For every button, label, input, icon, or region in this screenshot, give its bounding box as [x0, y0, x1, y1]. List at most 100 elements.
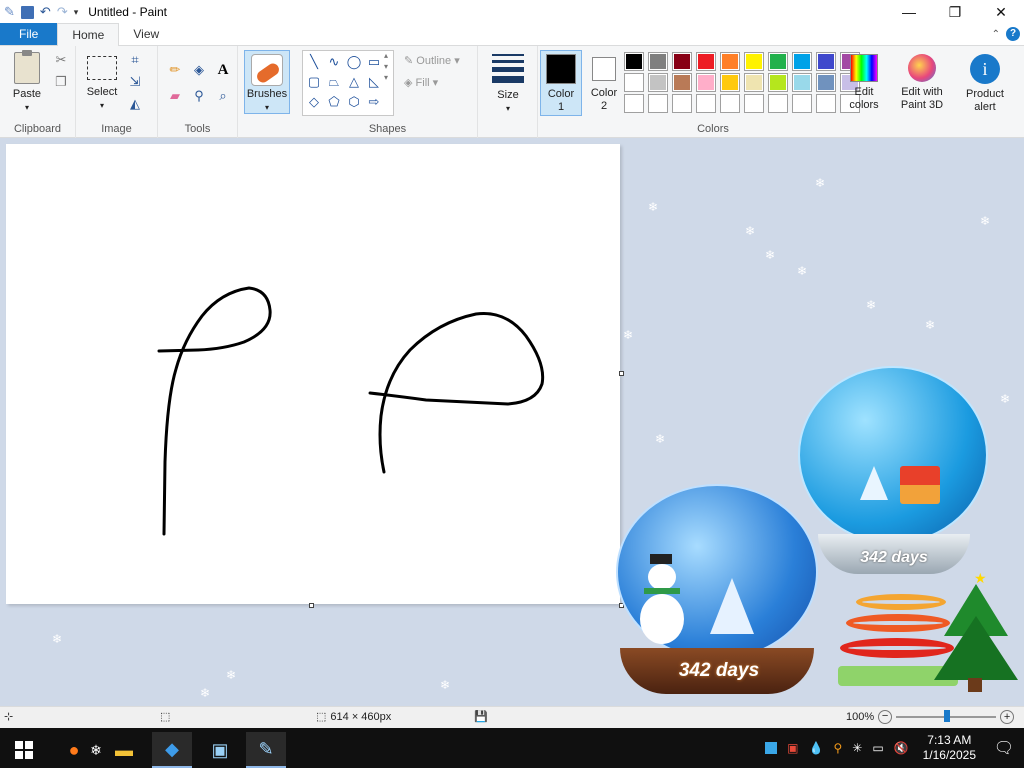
right-triangle-shape-icon[interactable]: ◺: [365, 73, 383, 90]
fill-icon[interactable]: ◈: [190, 62, 208, 78]
palette-swatch[interactable]: [720, 52, 740, 71]
palette-swatch[interactable]: [792, 94, 812, 113]
palette-swatch[interactable]: [768, 73, 788, 92]
eraser-icon[interactable]: ▰: [166, 88, 184, 104]
palette-swatch[interactable]: [696, 94, 716, 113]
color2-button[interactable]: Color 2: [584, 50, 624, 116]
tray-droplet-icon[interactable]: 💧: [809, 741, 824, 755]
file-explorer-taskbar-icon[interactable]: ▬: [104, 732, 144, 768]
product-alert-button[interactable]: i Product alert: [960, 54, 1010, 114]
close-button[interactable]: ✕: [978, 0, 1024, 24]
palette-swatch[interactable]: [696, 52, 716, 71]
tray-app-icon-2[interactable]: ▣: [787, 741, 798, 755]
tray-app-icon-1[interactable]: [765, 742, 778, 754]
paste-button[interactable]: Paste ▾: [6, 50, 48, 114]
palette-swatch[interactable]: [624, 94, 644, 113]
palette-swatch[interactable]: [648, 73, 668, 92]
network-icon[interactable]: ▭: [872, 741, 883, 755]
size-button[interactable]: Size ▾: [488, 54, 528, 115]
rounded-rectangle-shape-icon[interactable]: ▢: [305, 73, 323, 90]
magnifier-icon[interactable]: ⌕: [214, 88, 232, 104]
rectangle-shape-icon[interactable]: ▭: [365, 53, 383, 70]
palette-swatch[interactable]: [624, 73, 644, 92]
tab-file[interactable]: File: [0, 23, 58, 45]
palette-swatch[interactable]: [648, 52, 668, 71]
palette-swatch[interactable]: [720, 94, 740, 113]
palette-swatch[interactable]: [648, 94, 668, 113]
select-button[interactable]: Select ▾: [82, 56, 122, 112]
text-icon[interactable]: A: [214, 62, 232, 78]
help-icon[interactable]: ?: [1006, 27, 1020, 41]
palette-swatch[interactable]: [624, 52, 644, 71]
palette-swatch-color: [674, 75, 690, 90]
crop-icon[interactable]: ⌗: [126, 52, 144, 68]
palette-swatch[interactable]: [744, 94, 764, 113]
line-shape-icon[interactable]: ╲: [305, 53, 323, 70]
palette-swatch-color: [794, 54, 810, 69]
collapse-ribbon-icon[interactable]: ⌃: [992, 29, 1000, 40]
window-app-taskbar-icon[interactable]: ▣: [200, 732, 240, 768]
zoom-in-icon[interactable]: +: [1000, 710, 1015, 724]
canvas-resize-handle-bottom[interactable]: [309, 603, 314, 608]
edit-colors-button[interactable]: Edit colors: [844, 54, 884, 112]
tray-search-icon[interactable]: ⚲: [833, 741, 842, 755]
brushes-button[interactable]: Brushes ▾: [244, 50, 290, 114]
notification-center-icon[interactable]: 🗨: [984, 738, 1024, 758]
paint-taskbar-icon[interactable]: ✎: [246, 732, 286, 768]
palette-swatch[interactable]: [816, 52, 836, 71]
clock[interactable]: 7:13 AM 1/16/2025: [915, 733, 984, 763]
palette-swatch[interactable]: [744, 52, 764, 71]
minimize-button[interactable]: —: [886, 0, 932, 24]
palette-swatch[interactable]: [720, 73, 740, 92]
shapes-scroll[interactable]: ▴ ▾ ▾: [384, 50, 388, 83]
zoom-slider-thumb[interactable]: [944, 710, 951, 722]
pentagon-shape-icon[interactable]: ⬠: [325, 93, 343, 110]
cut-icon[interactable]: ✂: [52, 52, 70, 68]
globe-right-counter: 342 days: [860, 549, 928, 566]
palette-swatch[interactable]: [768, 52, 788, 71]
maximize-button[interactable]: ❐: [932, 0, 978, 24]
palette-swatch[interactable]: [816, 73, 836, 92]
palette-swatch[interactable]: [816, 94, 836, 113]
undo-icon[interactable]: ↶: [40, 4, 51, 20]
zoom-out-icon[interactable]: −: [878, 710, 893, 724]
hexagon-shape-icon[interactable]: ⬡: [345, 93, 363, 110]
polygon-shape-icon[interactable]: ⏢: [325, 73, 343, 90]
palette-swatch[interactable]: [672, 52, 692, 71]
oval-shape-icon[interactable]: ◯: [345, 53, 363, 70]
color1-button[interactable]: Color 1: [540, 50, 582, 116]
curve-shape-icon[interactable]: ∿: [325, 53, 343, 70]
color-picker-icon[interactable]: ⚲: [190, 88, 208, 104]
fill-button[interactable]: ◈ Fill ▾: [404, 76, 438, 89]
volume-muted-icon[interactable]: 🔇: [894, 741, 909, 755]
drawing-canvas[interactable]: [6, 144, 620, 604]
tab-view[interactable]: View: [119, 23, 173, 45]
zoom-slider[interactable]: [896, 710, 997, 722]
tray-snowflake-icon[interactable]: ✳: [852, 741, 862, 755]
outline-button[interactable]: ✎ Outline ▾: [404, 54, 460, 67]
pencil-icon[interactable]: ✏: [166, 62, 184, 78]
triangle-shape-icon[interactable]: △: [345, 73, 363, 90]
redo-icon[interactable]: ↷: [57, 4, 68, 20]
paint-gadget-taskbar-icon[interactable]: ◆: [152, 732, 192, 768]
customize-quick-access-icon[interactable]: ▾: [74, 7, 79, 18]
palette-swatch[interactable]: [744, 73, 764, 92]
rotate-icon[interactable]: ◭: [126, 96, 144, 112]
resize-icon[interactable]: ⇲: [126, 74, 144, 90]
palette-swatch[interactable]: [792, 52, 812, 71]
palette-swatch[interactable]: [672, 94, 692, 113]
color1-swatch: [546, 54, 576, 84]
palette-swatch[interactable]: [672, 73, 692, 92]
palette-swatch[interactable]: [696, 73, 716, 92]
arrow-shape-icon[interactable]: ⇨: [365, 93, 383, 110]
palette-swatch[interactable]: [768, 94, 788, 113]
canvas-resize-handle-right[interactable]: [619, 371, 624, 376]
tab-home[interactable]: Home: [57, 23, 120, 46]
paint-app-icon[interactable]: ✎: [4, 4, 15, 20]
copy-icon[interactable]: ❐: [52, 74, 70, 90]
edit-with-paint3d-button[interactable]: Edit with Paint 3D: [894, 54, 950, 112]
palette-swatch[interactable]: [792, 73, 812, 92]
save-icon[interactable]: [20, 5, 34, 19]
start-button[interactable]: [4, 732, 44, 768]
diamond-shape-icon[interactable]: ◇: [305, 93, 323, 110]
